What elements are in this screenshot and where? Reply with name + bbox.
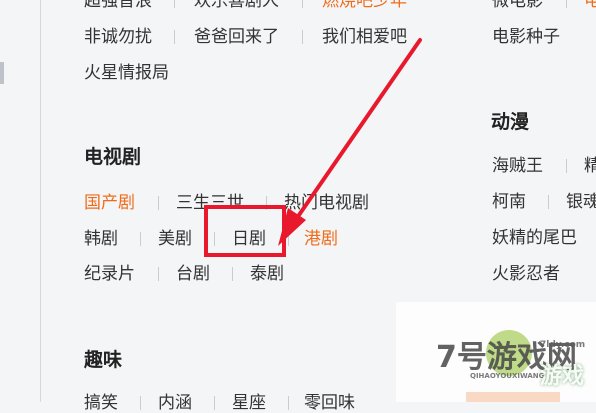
annotation-arrow-icon [278, 38, 422, 246]
